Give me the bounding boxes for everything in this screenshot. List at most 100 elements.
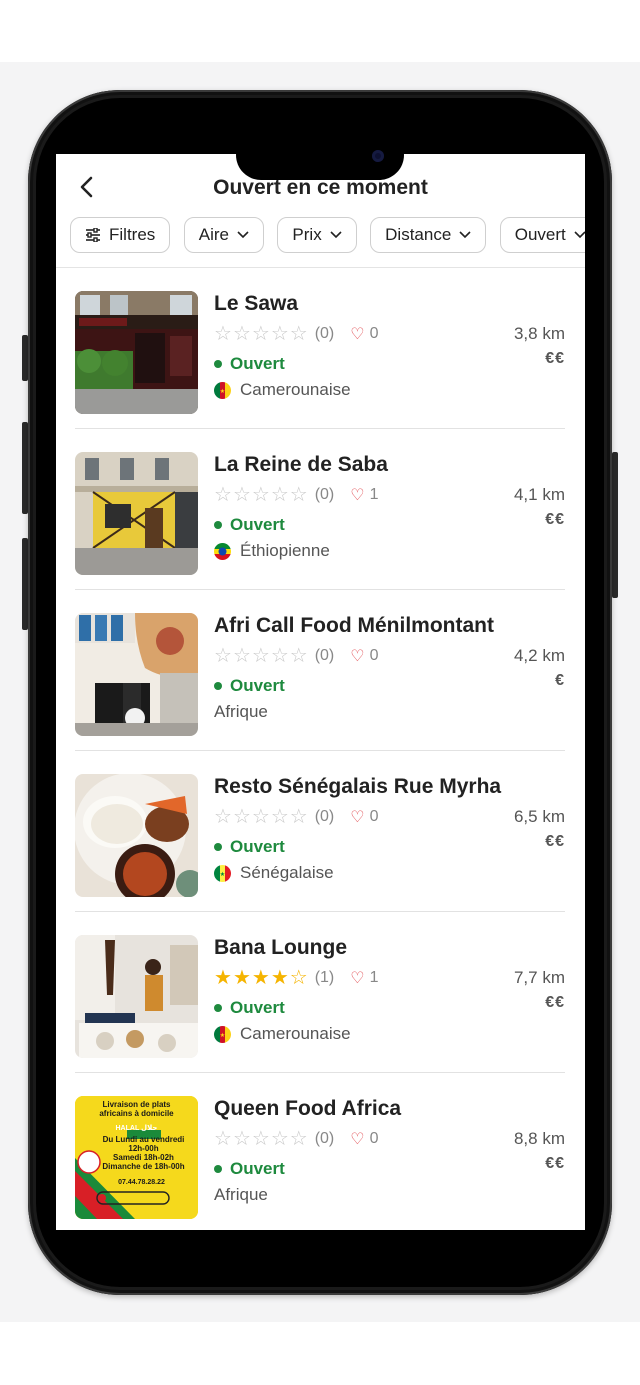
restaurant-row[interactable]: Resto Sénégalais Rue Myrha ☆ ☆ ☆ ☆ ☆ (0) ♡ 0… <box>56 751 585 912</box>
restaurant-name: Bana Lounge <box>214 936 348 959</box>
restaurant-name: Le Sawa <box>214 292 299 315</box>
price-level: €€ <box>545 1155 565 1172</box>
price-level: €€ <box>545 833 565 850</box>
flyer-halal: HALAL حلال <box>115 1125 158 1132</box>
star-icon: ☆ <box>251 1128 270 1150</box>
svg-text:★: ★ <box>220 1032 225 1039</box>
flyer-days: Du Lundi au vendredi <box>102 1135 185 1144</box>
app-screen: Ouvert en ce moment Filtres Aire Prix Di… <box>56 154 585 1230</box>
senegal-flag-icon: ★ <box>214 864 231 882</box>
distance: 4,1 km <box>513 485 565 504</box>
rating: ☆ ☆ ☆ ☆ ☆ (0) ♡ 0 <box>214 646 379 666</box>
restaurant-name: Afri Call Food Ménilmontant <box>214 614 494 637</box>
star-icon: ☆ <box>214 484 232 506</box>
star-icon: ☆ <box>270 323 289 345</box>
restaurant-row[interactable]: Le Sawa ☆ ☆ ☆ ☆ ☆ (0) ♡ 0 Ouvert ★ Camerouna… <box>56 268 585 429</box>
status-dot-icon <box>214 1165 222 1173</box>
filters-chip-label: Filtres <box>109 225 156 244</box>
open-status: Ouvert <box>214 837 285 857</box>
chevron-down-icon <box>574 231 585 239</box>
star-icon: ☆ <box>251 484 270 506</box>
price-chip[interactable]: Prix <box>277 217 357 253</box>
status-dot-icon <box>214 521 222 529</box>
distance-chip[interactable]: Distance <box>370 217 487 253</box>
power-button[interactable] <box>612 452 618 598</box>
price-level: €€ <box>545 511 565 528</box>
open-status-label: Ouvert <box>230 676 285 695</box>
star-icon: ☆ <box>251 645 270 667</box>
cuisine-label: Sénégalaise <box>240 863 334 882</box>
distance: 8,8 km <box>513 1129 565 1148</box>
like-count: 0 <box>369 325 379 342</box>
star-icon: ☆ <box>214 1128 232 1150</box>
cuisine: Afrique <box>214 1185 268 1205</box>
heart-icon[interactable]: ♡ <box>350 968 364 988</box>
restaurant-list: Le Sawa ☆ ☆ ☆ ☆ ☆ (0) ♡ 0 Ouvert ★ Camerouna… <box>56 268 585 1230</box>
heart-icon[interactable]: ♡ <box>350 646 364 666</box>
flyer-sunday: Dimanche de 18h-00h <box>102 1162 185 1171</box>
cameroon-flag-icon: ★ <box>214 381 231 399</box>
restaurant-row[interactable]: Livraison de plats africains à domicile … <box>56 1073 585 1230</box>
open-status-label: Ouvert <box>230 515 285 534</box>
distance: 4,2 km <box>513 646 565 665</box>
restaurant-photo: Livraison de plats africains à domicile … <box>75 1096 198 1219</box>
star-filled-icon: ★ <box>232 967 251 989</box>
open-status: Ouvert <box>214 676 285 696</box>
heart-icon[interactable]: ♡ <box>350 807 364 827</box>
filters-chip[interactable]: Filtres <box>70 217 171 253</box>
like-count: 1 <box>369 486 379 503</box>
restaurant-name: Resto Sénégalais Rue Myrha <box>214 775 502 798</box>
star-icon: ☆ <box>232 806 251 828</box>
like-count: 0 <box>369 808 379 825</box>
star-icon: ☆ <box>289 967 308 989</box>
heart-icon[interactable]: ♡ <box>350 1129 364 1149</box>
area-chip-label: Aire <box>198 225 229 244</box>
review-count: (0) <box>314 647 335 664</box>
chevron-down-icon <box>330 231 342 239</box>
open-status-label: Ouvert <box>230 354 285 373</box>
star-icon: ☆ <box>289 645 308 667</box>
star-icon: ☆ <box>232 323 251 345</box>
restaurant-name: La Reine de Saba <box>214 453 388 476</box>
distance: 3,8 km <box>513 324 565 343</box>
price-level: €€ <box>545 994 565 1011</box>
cuisine: Éthiopienne <box>214 541 330 561</box>
star-icon: ☆ <box>270 484 289 506</box>
star-icon: ☆ <box>270 645 289 667</box>
cuisine-label: Afrique <box>214 1185 268 1204</box>
front-camera-icon <box>372 150 384 162</box>
restaurant-row[interactable]: La Reine de Saba ☆ ☆ ☆ ☆ ☆ (0) ♡ 1 Ouvert Ét… <box>56 429 585 590</box>
star-icon: ☆ <box>251 806 270 828</box>
distance: 7,7 km <box>513 968 565 987</box>
star-icon: ☆ <box>289 806 308 828</box>
star-filled-icon: ★ <box>214 967 232 989</box>
svg-text:★: ★ <box>220 871 225 878</box>
restaurant-row[interactable]: Bana Lounge ★ ★ ★ ★ ☆ (1) ♡ 1 Ouvert ★ Camer… <box>56 912 585 1073</box>
star-icon: ☆ <box>232 484 251 506</box>
distance-chip-label: Distance <box>385 225 452 244</box>
star-filled-icon: ★ <box>270 967 289 989</box>
cuisine-label: Camerounaise <box>240 1024 351 1043</box>
restaurant-row[interactable]: Afri Call Food Ménilmontant ☆ ☆ ☆ ☆ ☆ (0) ♡ … <box>56 590 585 751</box>
star-icon: ☆ <box>214 323 232 345</box>
ethiopia-flag-icon <box>214 542 231 560</box>
open-chip[interactable]: Ouvert <box>499 217 585 253</box>
like-count: 1 <box>369 969 379 986</box>
open-status-label: Ouvert <box>230 837 285 856</box>
area-chip[interactable]: Aire <box>183 217 264 253</box>
star-icon: ☆ <box>289 484 308 506</box>
open-status: Ouvert <box>214 354 285 374</box>
cuisine: ★ Sénégalaise <box>214 863 334 883</box>
price-level: € <box>555 672 565 689</box>
heart-icon[interactable]: ♡ <box>350 324 364 344</box>
chevron-down-icon <box>237 231 249 239</box>
like-count: 0 <box>369 647 379 664</box>
cuisine: Afrique <box>214 702 268 722</box>
like-count: 0 <box>369 1130 379 1147</box>
star-icon: ☆ <box>289 323 308 345</box>
flyer-line-1: Livraison de plats <box>102 1100 171 1109</box>
status-dot-icon <box>214 843 222 851</box>
heart-icon[interactable]: ♡ <box>350 485 364 505</box>
cuisine-label: Camerounaise <box>240 380 351 399</box>
distance: 6,5 km <box>513 807 565 826</box>
